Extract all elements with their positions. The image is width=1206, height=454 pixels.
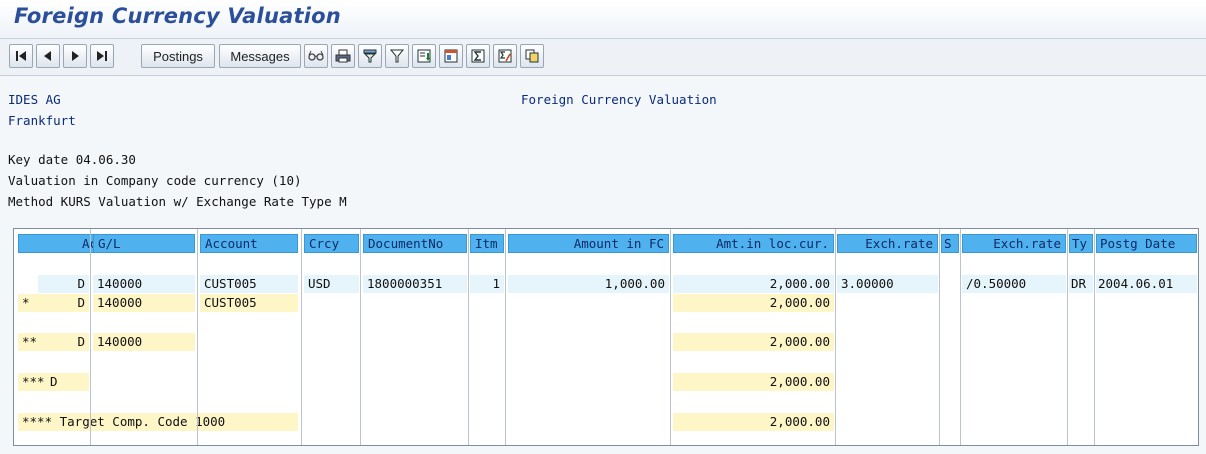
column-header-account[interactable]: Account [200, 234, 298, 253]
copy-icon [525, 49, 539, 63]
title-bar: Foreign Currency Valuation [0, 0, 1206, 39]
application-toolbar: Postings Messages [0, 39, 1206, 76]
previous-page-button[interactable] [36, 44, 60, 68]
column-header-s[interactable]: S [941, 234, 959, 253]
column-header-gl[interactable]: G/L [93, 234, 195, 253]
filter-button[interactable] [358, 44, 382, 68]
column-divider [360, 229, 361, 445]
export-icon [444, 49, 458, 63]
column-divider [505, 229, 506, 445]
filter-icon [363, 49, 377, 63]
column-header-exch-rate-1[interactable]: Exch.rate [837, 234, 938, 253]
column-divider [1094, 229, 1095, 445]
export-button[interactable] [439, 44, 463, 68]
subtotal-button[interactable] [493, 44, 517, 68]
first-page-button[interactable] [9, 44, 33, 68]
sum-icon [471, 49, 485, 63]
column-header-amount-local[interactable]: Amt.in loc.cur. [673, 234, 834, 253]
glasses-icon [308, 50, 324, 61]
column-header-crcy[interactable]: Crcy [304, 234, 359, 253]
column-header-amount-fc[interactable]: Amount in FC [508, 234, 669, 253]
column-divider [197, 229, 198, 445]
previous-page-icon [44, 51, 51, 61]
valuation-line: Valuation in Company code currency (10) [8, 173, 302, 188]
column-header-exch-rate-2[interactable]: Exch.rate [962, 234, 1066, 253]
print-button[interactable] [331, 44, 355, 68]
details-button[interactable] [304, 44, 328, 68]
column-header-ty[interactable]: Ty [1069, 234, 1093, 253]
next-page-icon [72, 51, 79, 61]
copy-button[interactable] [520, 44, 544, 68]
column-header-itm[interactable]: Itm [470, 234, 504, 253]
column-header-postg-date[interactable]: Postg Date [1096, 234, 1197, 253]
column-divider [960, 229, 961, 445]
valuation-table: Ac G/L Account Crcy DocumentNo Itm Amoun… [13, 228, 1199, 446]
sum-button[interactable] [466, 44, 490, 68]
subtotal-icon [498, 49, 512, 63]
sort-icon [417, 49, 431, 63]
column-divider [939, 229, 940, 445]
messages-button[interactable]: Messages [219, 44, 301, 68]
first-page-icon [16, 51, 26, 61]
key-date: Key date 04.06.30 [8, 152, 136, 167]
sort-button[interactable] [412, 44, 436, 68]
next-page-button[interactable] [63, 44, 87, 68]
method-line: Method KURS Valuation w/ Exchange Rate T… [8, 194, 347, 209]
column-divider [468, 229, 469, 445]
column-divider [670, 229, 671, 445]
column-divider [1067, 229, 1068, 445]
page-title: Foreign Currency Valuation [14, 4, 341, 28]
company-name: IDES AG [8, 92, 61, 107]
print-icon [335, 49, 351, 63]
filter-settings-button[interactable] [385, 44, 409, 68]
last-page-icon [97, 51, 107, 61]
filter-settings-icon [390, 49, 404, 63]
report-title: Foreign Currency Valuation [521, 92, 717, 107]
column-divider [90, 229, 91, 445]
company-city: Frankfurt [8, 113, 76, 128]
column-divider [835, 229, 836, 445]
postings-button[interactable]: Postings [141, 44, 215, 68]
column-header-documentno[interactable]: DocumentNo [363, 234, 467, 253]
column-divider [301, 229, 302, 445]
last-page-button[interactable] [90, 44, 114, 68]
